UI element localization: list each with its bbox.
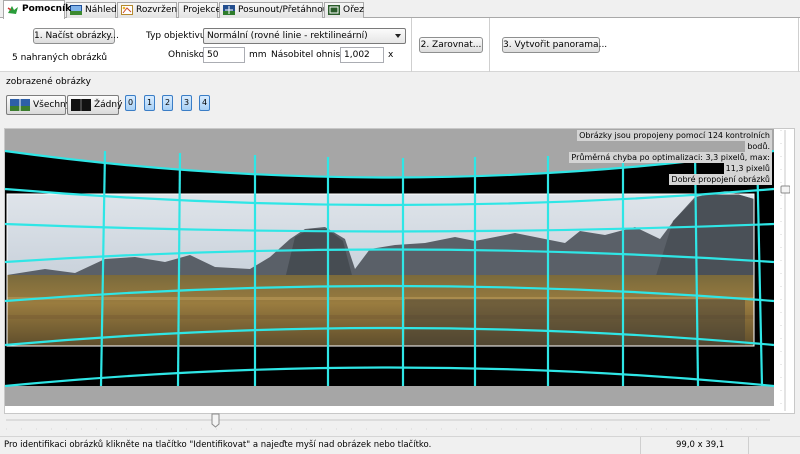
assistant-icon	[7, 4, 19, 14]
image-toggle-1[interactable]: 1	[144, 95, 155, 111]
panorama-preview: Obrázky jsou propojeny pomocí 124 kontro…	[4, 128, 795, 414]
displayed-images-title: zobrazené obrázky	[6, 77, 91, 87]
tab-label: Rozvržení	[136, 5, 180, 15]
tab-projekce[interactable]: Projekce	[178, 2, 222, 18]
loaded-count-label: 5 nahraných obrázků	[12, 53, 108, 63]
tab-rozvrzeni[interactable]: Rozvržení	[117, 2, 180, 18]
info-line: bodů.	[745, 141, 772, 152]
vertical-fov-slider[interactable]	[780, 128, 791, 413]
show-all-button[interactable]: Všechny	[6, 95, 71, 115]
show-all-label: Všechny	[33, 100, 72, 110]
tab-bar: Pomocník Náhled Rozvržení Projekce Posun…	[0, 0, 800, 19]
status-bar: Pro identifikaci obrázků klikněte na tla…	[0, 436, 800, 454]
info-line: Dobré propojení obrázků	[669, 174, 772, 185]
chevron-down-icon	[395, 34, 401, 38]
tab-label: Posunout/Přetáhnout	[238, 5, 332, 15]
preview-icon	[70, 5, 82, 15]
info-line: Obrázky jsou propojeny pomocí 124 kontro…	[577, 130, 772, 141]
image-toggle-3[interactable]: 3	[181, 95, 192, 111]
info-line: 11,3 pixelů	[723, 163, 772, 174]
lens-type-value: Normální (rovné linie - rektilineární)	[207, 31, 368, 41]
image-toggle-0[interactable]: 0	[125, 95, 136, 111]
focal-length-input[interactable]: 50	[203, 47, 245, 63]
tab-label: Pomocník	[22, 4, 72, 14]
focal-unit-label: mm	[249, 50, 267, 60]
tab-nahled[interactable]: Náhled	[66, 2, 117, 18]
preview-canvas[interactable]	[5, 129, 774, 406]
show-none-button[interactable]: Žádný	[67, 95, 123, 115]
move-icon	[223, 5, 235, 15]
image-toggle-4[interactable]: 4	[199, 95, 210, 111]
image-toggle-2[interactable]: 2	[162, 95, 173, 111]
status-divider	[748, 437, 749, 454]
align-button[interactable]: 2. Zarovnat...	[419, 37, 483, 53]
tab-orez[interactable]: Ořez	[324, 2, 364, 18]
multiplier-unit-label: x	[388, 50, 394, 60]
tab-label: Náhled	[85, 5, 117, 15]
horizontal-fov-slider[interactable]	[0, 410, 800, 432]
tab-posunout[interactable]: Posunout/Přetáhnout	[219, 2, 332, 18]
crop-icon	[328, 5, 340, 15]
focal-multiplier-input[interactable]: 1,002	[340, 47, 384, 63]
tab-label: Ořez	[343, 5, 364, 15]
layout-icon	[121, 5, 133, 15]
status-message: Pro identifikaci obrázků klikněte na tla…	[4, 440, 432, 450]
lens-type-select[interactable]: Normální (rovné linie - rektilineární)	[203, 28, 406, 44]
status-coordinates: 99,0 x 39,1	[676, 440, 725, 450]
status-divider	[640, 437, 641, 454]
panel-divider	[489, 18, 490, 72]
panorama-image	[5, 149, 774, 388]
lens-type-label: Typ objektivu:	[146, 31, 209, 41]
tab-pomocnik[interactable]: Pomocník	[3, 0, 71, 19]
create-panorama-button[interactable]: 3. Vytvořit panorama...	[502, 37, 607, 53]
panel-divider	[411, 18, 412, 72]
info-line: Průměrná chyba po optimalizaci: 3,3 pixe…	[569, 152, 772, 163]
show-none-label: Žádný	[94, 100, 123, 110]
tab-label: Projekce	[183, 5, 222, 15]
panel-divider	[798, 18, 799, 72]
focal-length-label: Ohnisko:	[168, 50, 208, 60]
show-none-icon	[71, 99, 91, 111]
show-all-icon	[10, 99, 30, 111]
load-images-button[interactable]: 1. Načíst obrázky...	[33, 28, 119, 44]
assistant-panel: 1. Načíst obrázky... 5 nahraných obrázků…	[0, 18, 800, 72]
